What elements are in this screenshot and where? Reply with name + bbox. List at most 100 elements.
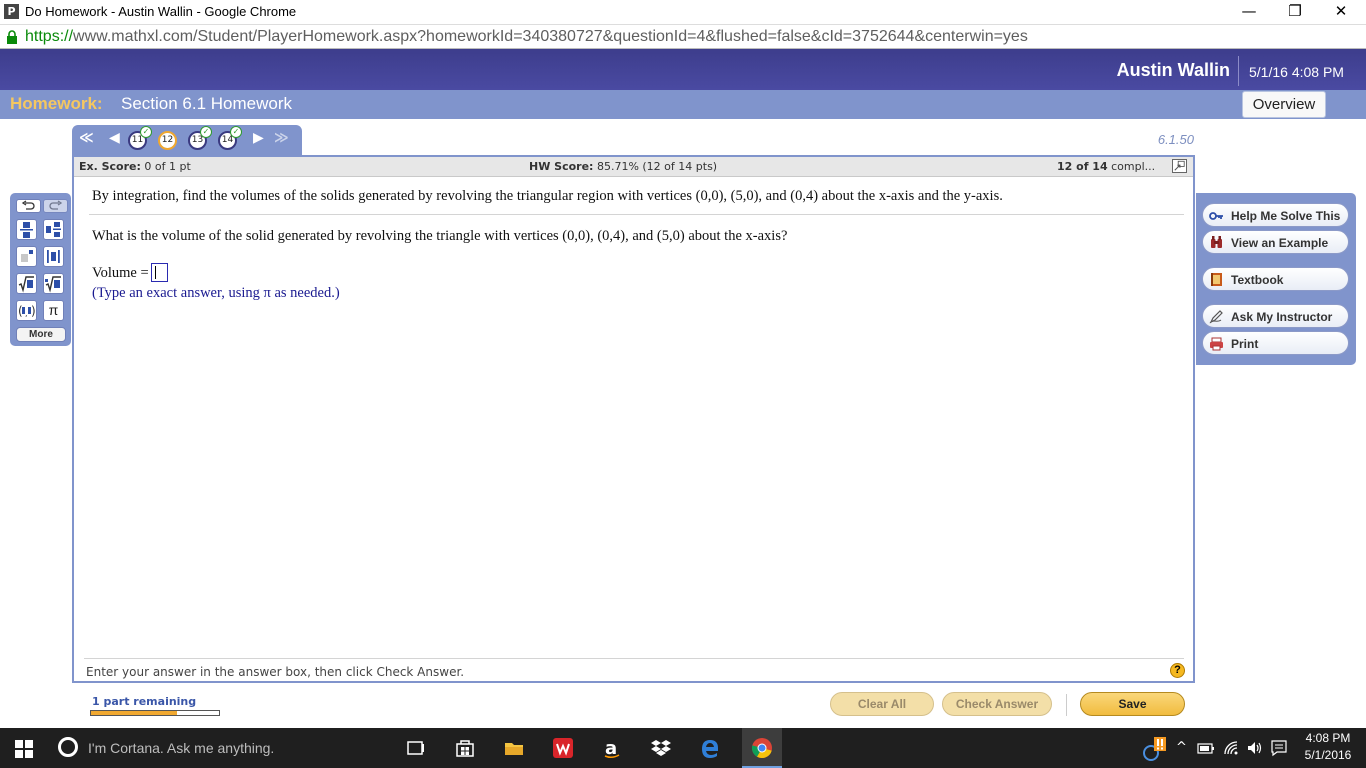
url-protocol: https:// [25,28,74,45]
header-datetime: 5/1/16 4:08 PM [1249,64,1344,80]
save-button[interactable]: Save [1080,692,1185,716]
math-tool-palette: (,) π More [10,193,71,346]
last-question-button[interactable]: ≫ [274,130,289,146]
ask-instructor-label: Ask My Instructor [1231,310,1333,324]
action-center-icon[interactable] [1270,739,1288,757]
overview-button[interactable]: Overview [1242,91,1326,118]
superscript-icon[interactable] [16,246,37,267]
previous-question-button[interactable]: ◀ [109,130,120,146]
cortana-icon[interactable] [58,737,78,757]
question-14-button[interactable]: 14 ✓ [218,126,242,150]
textbook-label: Textbook [1231,273,1284,287]
expand-icon[interactable] [1172,159,1187,173]
score-bar: Ex. Score: 0 of 1 pt HW Score: 85.71% (1… [74,157,1193,177]
print-label: Print [1231,337,1259,351]
parts-remaining: 1 part remaining [92,695,197,708]
parts-progress-bar [90,710,220,716]
amazon-icon[interactable]: a [601,737,623,759]
redo-icon[interactable] [43,199,68,213]
chrome-taskbar-button[interactable] [742,728,782,768]
next-question-button[interactable]: ▶ [253,130,264,146]
lock-icon [7,30,17,44]
help-panel: Help Me Solve This View an Example Textb… [1196,193,1356,365]
wps-office-icon[interactable] [552,737,574,759]
homework-score: HW Score: 85.71% (12 of 14 pts) [529,160,717,173]
close-button[interactable]: ✕ [1318,0,1364,24]
nth-root-icon[interactable] [43,273,64,294]
help-icon[interactable]: ? [1170,663,1185,678]
question-navigator: ≪ ◀ 11 ✓ 12 13 ✓ 14 ✓ ▶ ≫ [72,125,302,155]
restore-button[interactable]: ❐ [1272,0,1318,24]
wifi-icon[interactable] [1223,740,1239,756]
question-11-button[interactable]: 11 ✓ [128,126,152,150]
pen-icon [1209,310,1223,324]
edge-icon[interactable] [699,737,721,759]
help-me-solve-button[interactable]: Help Me Solve This [1202,203,1349,227]
print-button[interactable]: Print [1202,331,1349,355]
browser-title-bar: P Do Homework - Austin Wallin - Google C… [0,0,1366,24]
button-divider [1066,694,1067,716]
question-text: What is the volume of the solid generate… [92,228,788,244]
show-hidden-icons[interactable]: ^ [1176,740,1187,755]
notification-warning-icon[interactable] [1142,736,1168,762]
ex-score-label: Ex. Score: [79,160,141,173]
mixed-number-icon[interactable] [43,219,64,240]
app-icon: P [4,4,19,19]
hw-score-label: HW Score: [529,160,594,173]
more-tools-button[interactable]: More [16,327,66,342]
check-answer-button[interactable]: Check Answer [942,692,1052,716]
question-13-button[interactable]: 13 ✓ [188,126,212,150]
absolute-value-icon[interactable] [43,246,64,267]
view-example-button[interactable]: View an Example [1202,230,1349,254]
clear-all-button[interactable]: Clear All [830,692,934,716]
minimize-button[interactable]: — [1226,0,1272,24]
help-me-solve-label: Help Me Solve This [1231,209,1341,223]
question-divider [89,214,1184,215]
task-view-icon[interactable] [405,737,427,759]
undo-icon[interactable] [16,199,41,213]
sqrt-icon[interactable] [16,273,37,294]
url-text[interactable]: https://www.mathxl.com/Student/PlayerHom… [25,28,1028,46]
ask-instructor-button[interactable]: Ask My Instructor [1202,304,1349,328]
file-explorer-icon[interactable] [503,737,525,759]
user-name: Austin Wallin [1116,60,1230,80]
cortana-search-box[interactable]: I'm Cortana. Ask me anything. [88,740,274,756]
completed-check-icon: ✓ [230,126,242,138]
key-icon [1209,212,1223,220]
clock-date[interactable]: 5/1/2016 [1302,748,1354,762]
completion-count: 12 of 14 compl... [1057,160,1155,173]
first-question-button[interactable]: ≪ [79,130,94,146]
volume-icon[interactable] [1246,740,1264,756]
battery-icon[interactable] [1197,741,1215,755]
completed-check-icon: ✓ [140,126,152,138]
volume-answer-input[interactable] [151,263,168,282]
store-icon[interactable] [454,737,476,759]
dropbox-icon[interactable] [650,737,672,759]
textbook-icon [1211,273,1222,286]
question-12-button[interactable]: 12 [158,131,177,150]
url-path: www.mathxl.com/Student/PlayerHomework.as… [73,28,1028,45]
binoculars-icon [1211,236,1222,248]
question-number: 12 [161,135,174,145]
page-header: Austin Wallin 5/1/16 4:08 PM [0,49,1366,90]
hw-score-value: 85.71% (12 of 14 pts) [596,160,718,173]
windows-taskbar: I'm Cortana. Ask me anything. a ^ 4:08 P… [0,728,1366,768]
instruction-text: Enter your answer in the answer box, the… [86,665,465,679]
window-title: Do Homework - Austin Wallin - Google Chr… [25,4,297,19]
answer-hint: (Type an exact answer, using π as needed… [92,285,340,301]
ex-score-value: 0 of 1 pt [144,160,191,173]
ordered-pair-icon[interactable]: (,) [16,300,37,321]
address-bar[interactable]: https://www.mathxl.com/Student/PlayerHom… [0,24,1366,49]
svg-text:(: ( [18,304,23,318]
clock-time[interactable]: 4:08 PM [1302,731,1354,745]
completion-count-value: 12 of 14 [1057,160,1108,173]
windows-start-icon[interactable] [15,740,33,758]
progress-fill [91,711,177,715]
answer-label: Volume = [92,265,149,281]
svg-text:): ) [31,304,36,318]
pi-icon[interactable]: π [43,300,64,321]
textbook-button[interactable]: Textbook [1202,267,1349,291]
fraction-icon[interactable] [16,219,37,240]
view-example-label: View an Example [1231,236,1329,250]
exercise-score: Ex. Score: 0 of 1 pt [79,160,191,173]
